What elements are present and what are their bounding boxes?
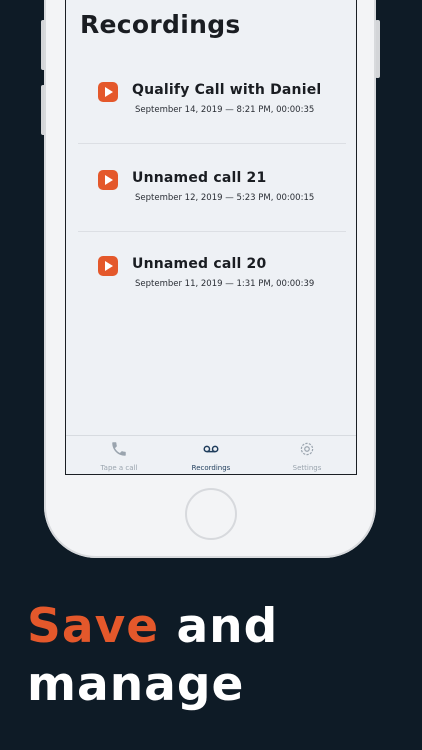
tab-label: Settings xyxy=(292,464,322,472)
recording-meta: September 12, 2019 — 5:23 PM, 00:00:15 xyxy=(135,193,315,203)
play-icon[interactable] xyxy=(98,256,118,276)
recording-name: Unnamed call 21 xyxy=(132,170,267,186)
phone-icon xyxy=(112,442,126,456)
home-button[interactable] xyxy=(185,488,237,540)
tab-recordings[interactable]: Recordings xyxy=(163,440,259,472)
recording-name: Unnamed call 20 xyxy=(132,256,267,272)
voicemail-icon xyxy=(203,445,219,453)
headline: Save and manage xyxy=(27,598,278,714)
tab-tape-a-call[interactable]: Tape a call xyxy=(71,440,167,472)
list-item[interactable]: Qualify Call with Daniel September 14, 2… xyxy=(66,58,356,144)
recording-meta: September 11, 2019 — 1:31 PM, 00:00:39 xyxy=(135,279,315,289)
tab-bar: Tape a call Recordings Settings xyxy=(66,435,356,474)
tab-settings[interactable]: Settings xyxy=(259,440,355,472)
play-icon[interactable] xyxy=(98,82,118,102)
headline-text: manage xyxy=(27,657,245,712)
list-item[interactable]: Unnamed call 21 September 12, 2019 — 5:2… xyxy=(66,146,356,232)
list-item[interactable]: Unnamed call 20 September 11, 2019 — 1:3… xyxy=(66,232,356,318)
headline-text: and xyxy=(176,599,279,654)
tab-label: Tape a call xyxy=(100,464,138,472)
phone-screen: Recordings Qualify Call with Daniel Sept… xyxy=(65,0,357,475)
page-title: Recordings xyxy=(80,10,241,39)
recording-meta: September 14, 2019 — 8:21 PM, 00:00:35 xyxy=(135,105,315,115)
recording-name: Qualify Call with Daniel xyxy=(132,82,322,98)
gear-icon xyxy=(300,442,314,456)
tab-label: Recordings xyxy=(191,464,231,472)
divider xyxy=(78,143,346,144)
play-icon[interactable] xyxy=(98,170,118,190)
headline-accent: Save xyxy=(27,599,160,654)
